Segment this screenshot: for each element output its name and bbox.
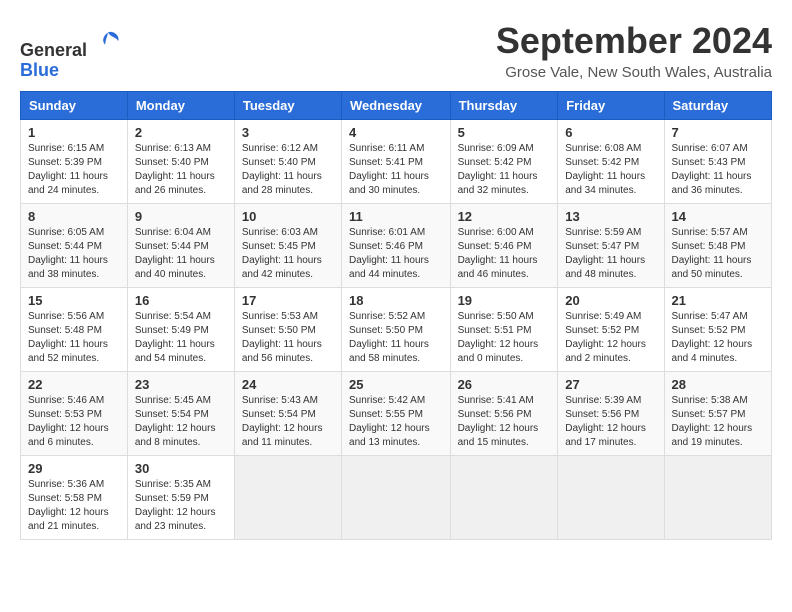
day-9: 9 Sunrise: 6:04 AMSunset: 5:44 PMDayligh… <box>127 204 234 288</box>
day-16: 16 Sunrise: 5:54 AMSunset: 5:49 PMDaylig… <box>127 288 234 372</box>
day-21: 21 Sunrise: 5:47 AMSunset: 5:52 PMDaylig… <box>664 288 771 372</box>
location: Grose Vale, New South Wales, Australia <box>496 64 772 81</box>
day-19: 19 Sunrise: 5:50 AMSunset: 5:51 PMDaylig… <box>450 288 558 372</box>
logo-blue: Blue <box>20 60 59 80</box>
day-22: 22 Sunrise: 5:46 AMSunset: 5:53 PMDaylig… <box>21 372 128 456</box>
empty-cell-3 <box>450 456 558 540</box>
day-18: 18 Sunrise: 5:52 AMSunset: 5:50 PMDaylig… <box>342 288 451 372</box>
day-23: 23 Sunrise: 5:45 AMSunset: 5:54 PMDaylig… <box>127 372 234 456</box>
month-title: September 2024 <box>496 20 772 62</box>
day-1: 1 Sunrise: 6:15 AMSunset: 5:39 PMDayligh… <box>21 120 128 204</box>
day-26: 26 Sunrise: 5:41 AMSunset: 5:56 PMDaylig… <box>450 372 558 456</box>
day-25: 25 Sunrise: 5:42 AMSunset: 5:55 PMDaylig… <box>342 372 451 456</box>
header-tuesday: Tuesday <box>234 92 341 120</box>
day-27: 27 Sunrise: 5:39 AMSunset: 5:56 PMDaylig… <box>558 372 664 456</box>
empty-cell-5 <box>664 456 771 540</box>
header-wednesday: Wednesday <box>342 92 451 120</box>
day-28: 28 Sunrise: 5:38 AMSunset: 5:57 PMDaylig… <box>664 372 771 456</box>
empty-cell-1 <box>234 456 341 540</box>
day-12: 12 Sunrise: 6:00 AMSunset: 5:46 PMDaylig… <box>450 204 558 288</box>
logo-bird-icon <box>94 28 122 56</box>
week-row-5: 29 Sunrise: 5:36 AMSunset: 5:58 PMDaylig… <box>21 456 772 540</box>
day-14: 14 Sunrise: 5:57 AMSunset: 5:48 PMDaylig… <box>664 204 771 288</box>
header-saturday: Saturday <box>664 92 771 120</box>
day-17: 17 Sunrise: 5:53 AMSunset: 5:50 PMDaylig… <box>234 288 341 372</box>
empty-cell-4 <box>558 456 664 540</box>
week-row-3: 15 Sunrise: 5:56 AMSunset: 5:48 PMDaylig… <box>21 288 772 372</box>
header-thursday: Thursday <box>450 92 558 120</box>
day-5: 5 Sunrise: 6:09 AMSunset: 5:42 PMDayligh… <box>450 120 558 204</box>
logo-text: General Blue <box>20 28 122 81</box>
day-29: 29 Sunrise: 5:36 AMSunset: 5:58 PMDaylig… <box>21 456 128 540</box>
header-monday: Monday <box>127 92 234 120</box>
day-24: 24 Sunrise: 5:43 AMSunset: 5:54 PMDaylig… <box>234 372 341 456</box>
weekday-header-row: Sunday Monday Tuesday Wednesday Thursday… <box>21 92 772 120</box>
day-15: 15 Sunrise: 5:56 AMSunset: 5:48 PMDaylig… <box>21 288 128 372</box>
day-4: 4 Sunrise: 6:11 AMSunset: 5:41 PMDayligh… <box>342 120 451 204</box>
day-6: 6 Sunrise: 6:08 AMSunset: 5:42 PMDayligh… <box>558 120 664 204</box>
day-7: 7 Sunrise: 6:07 AMSunset: 5:43 PMDayligh… <box>664 120 771 204</box>
header-friday: Friday <box>558 92 664 120</box>
day-8: 8 Sunrise: 6:05 AMSunset: 5:44 PMDayligh… <box>21 204 128 288</box>
day-2: 2 Sunrise: 6:13 AMSunset: 5:40 PMDayligh… <box>127 120 234 204</box>
header-sunday: Sunday <box>21 92 128 120</box>
week-row-1: 1 Sunrise: 6:15 AMSunset: 5:39 PMDayligh… <box>21 120 772 204</box>
page-header: General Blue September 2024 Grose Vale, … <box>20 20 772 81</box>
logo: General Blue <box>20 28 122 81</box>
day-30: 30 Sunrise: 5:35 AMSunset: 5:59 PMDaylig… <box>127 456 234 540</box>
week-row-4: 22 Sunrise: 5:46 AMSunset: 5:53 PMDaylig… <box>21 372 772 456</box>
title-section: September 2024 Grose Vale, New South Wal… <box>496 20 772 81</box>
day-3: 3 Sunrise: 6:12 AMSunset: 5:40 PMDayligh… <box>234 120 341 204</box>
empty-cell-2 <box>342 456 451 540</box>
day-20: 20 Sunrise: 5:49 AMSunset: 5:52 PMDaylig… <box>558 288 664 372</box>
day-10: 10 Sunrise: 6:03 AMSunset: 5:45 PMDaylig… <box>234 204 341 288</box>
week-row-2: 8 Sunrise: 6:05 AMSunset: 5:44 PMDayligh… <box>21 204 772 288</box>
day-13: 13 Sunrise: 5:59 AMSunset: 5:47 PMDaylig… <box>558 204 664 288</box>
calendar-table: Sunday Monday Tuesday Wednesday Thursday… <box>20 91 772 540</box>
day-11: 11 Sunrise: 6:01 AMSunset: 5:46 PMDaylig… <box>342 204 451 288</box>
logo-general: General <box>20 40 87 60</box>
